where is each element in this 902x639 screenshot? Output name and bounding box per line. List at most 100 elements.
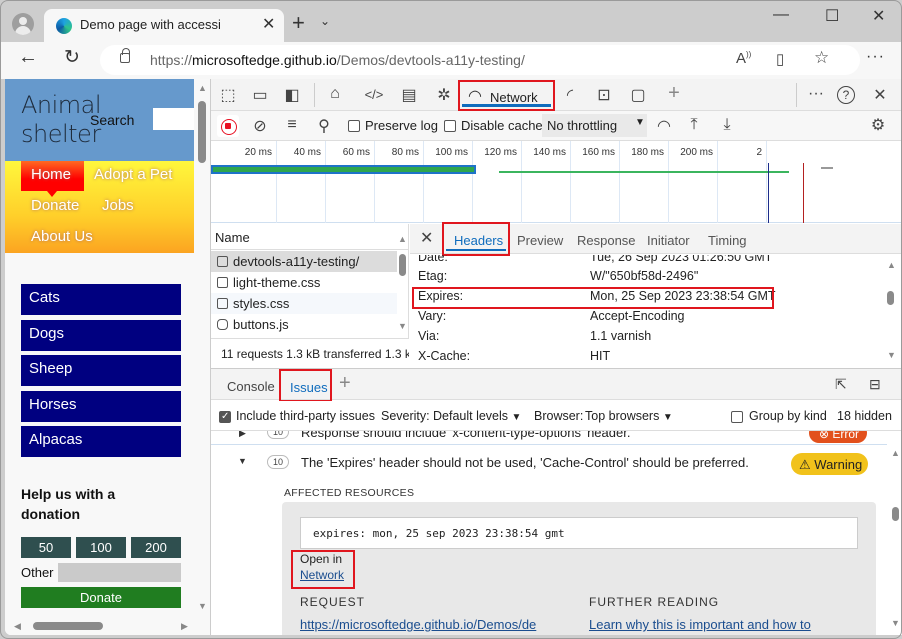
scroll-left-icon[interactable]: ◀ — [14, 621, 21, 632]
nav-adopt-a-pet[interactable]: Adopt a Pet — [94, 166, 172, 183]
dock-side-icon[interactable]: ◧ — [281, 85, 303, 105]
tab-response[interactable]: Response — [577, 233, 636, 248]
browser-select[interactable]: Top browsers ▼ — [585, 409, 673, 423]
tab-timing[interactable]: Timing — [708, 233, 747, 248]
scroll-up-icon[interactable]: ▲ — [398, 234, 407, 244]
animal-link-alpacas[interactable]: Alpacas — [21, 426, 181, 457]
maximize-button[interactable]: ☐ — [825, 6, 839, 26]
read-aloud-icon[interactable]: A)) — [736, 50, 751, 67]
throttling-select[interactable]: No throttling — [542, 114, 647, 137]
name-column-header[interactable]: Name — [211, 224, 409, 250]
page-horizontal-scroll-thumb[interactable] — [33, 622, 103, 630]
tab-headers[interactable]: Headers — [442, 222, 510, 256]
more-tools-plus-icon[interactable]: + — [663, 82, 685, 105]
donate-amount-100[interactable]: 100 — [76, 537, 126, 558]
help-icon[interactable]: ? — [837, 86, 855, 104]
issue-row-expires-header[interactable]: ▼ 10 The 'Expires' header should not be … — [211, 446, 887, 476]
tab-close-icon[interactable]: ✕ — [262, 14, 275, 34]
application-icon[interactable]: ▢ — [627, 85, 649, 105]
close-details-icon[interactable]: ✕ — [420, 228, 433, 248]
close-devtools-icon[interactable]: ✕ — [869, 85, 891, 105]
minimize-button[interactable]: — — [773, 6, 789, 24]
elements-icon[interactable]: </> — [363, 87, 385, 102]
further-reading-link[interactable]: Learn why this is important and how to — [589, 617, 811, 632]
scroll-down-icon[interactable]: ▼ — [887, 350, 896, 360]
open-in-network-link[interactable]: Network — [300, 568, 344, 582]
issue-row-x-content-type-options[interactable]: ▶ 10 Response should include 'x-content-… — [211, 431, 887, 445]
request-row[interactable]: buttons.js — [211, 314, 397, 335]
scroll-up-icon[interactable]: ▲ — [198, 83, 207, 93]
filter-icon[interactable]: ≡ — [281, 116, 303, 134]
browser-tab[interactable]: Demo page with accessibility issues ✕ — [44, 9, 284, 42]
other-amount-input[interactable] — [58, 563, 181, 582]
console-icon[interactable]: ▤ — [398, 85, 420, 105]
page-horizontal-scrollbar[interactable]: ◀ ▶ — [5, 617, 210, 635]
url-text[interactable]: https://microsoftedge.github.io/Demos/de… — [150, 52, 525, 68]
tab-preview[interactable]: Preview — [517, 233, 563, 248]
scroll-down-icon[interactable]: ▼ — [198, 601, 207, 611]
device-emulation-icon[interactable]: ▭ — [249, 85, 271, 105]
add-drawer-tab-icon[interactable]: + — [339, 372, 351, 395]
request-row[interactable]: styles.css — [211, 293, 397, 314]
page-vertical-scroll-thumb[interactable] — [198, 101, 206, 163]
group-by-kind-checkbox[interactable] — [731, 411, 743, 423]
network-overview-timeline[interactable]: 20 ms 40 ms 60 ms 80 ms 100 ms 120 ms 140 ms 16… — [211, 141, 902, 223]
new-tab-button[interactable]: + — [292, 12, 305, 34]
donate-amount-200[interactable]: 200 — [131, 537, 181, 558]
network-settings-gear-icon[interactable]: ⚙ — [867, 115, 889, 135]
collapse-triangle-icon[interactable]: ▼ — [238, 456, 247, 466]
disable-cache-checkbox[interactable] — [444, 120, 456, 132]
issues-scroll-thumb[interactable] — [892, 507, 899, 521]
record-stop-icon[interactable] — [217, 115, 239, 137]
scroll-down-icon[interactable]: ▼ — [891, 618, 900, 628]
welcome-home-icon[interactable]: ⌂ — [324, 85, 346, 103]
tab-issues[interactable]: Issues — [279, 369, 332, 402]
clear-icon[interactable]: ⊘ — [249, 116, 271, 136]
tab-actions-chevron-icon[interactable]: ⌄ — [320, 14, 330, 28]
preserve-log-checkbox[interactable] — [348, 120, 360, 132]
donate-amount-50[interactable]: 50 — [21, 537, 71, 558]
customize-menu-icon[interactable]: ··· — [805, 85, 827, 103]
headers-scroll-thumb[interactable] — [887, 291, 894, 305]
export-har-icon[interactable]: ⤓ — [716, 116, 738, 134]
scroll-up-icon[interactable]: ▲ — [891, 448, 900, 458]
search-input[interactable] — [153, 108, 194, 130]
donate-button[interactable]: Donate — [21, 587, 181, 608]
animal-link-cats[interactable]: Cats — [21, 284, 181, 315]
page-vertical-scrollbar[interactable]: ▲ ▼ — [194, 79, 210, 617]
reload-button[interactable]: ↻ — [64, 46, 80, 69]
nav-jobs[interactable]: Jobs — [102, 197, 134, 214]
sources-bug-icon[interactable]: ✲ — [433, 85, 455, 105]
tab-initiator[interactable]: Initiator — [647, 233, 690, 248]
memory-chip-icon[interactable]: ⊡ — [593, 85, 615, 105]
network-conditions-icon[interactable]: ◠ — [653, 116, 675, 136]
scroll-up-icon[interactable]: ▲ — [887, 260, 896, 270]
requests-scroll-thumb[interactable] — [399, 254, 406, 276]
animal-link-dogs[interactable]: Dogs — [21, 320, 181, 351]
favorite-star-icon[interactable]: ☆ — [814, 48, 829, 68]
immersive-reader-icon[interactable]: ▯ — [776, 50, 784, 68]
nav-donate[interactable]: Donate — [31, 197, 79, 214]
inspect-element-icon[interactable]: ⬚ — [217, 85, 239, 105]
performance-gauge-icon[interactable]: ◜ — [559, 85, 581, 105]
search-icon[interactable]: ⚲ — [313, 116, 335, 136]
issues-vertical-scrollbar[interactable]: ▲ ▼ — [888, 431, 902, 635]
animal-link-horses[interactable]: Horses — [21, 391, 181, 422]
request-url-link[interactable]: https://microsoftedge.github.io/Demos/de — [300, 617, 536, 632]
request-row[interactable]: light-theme.css — [211, 272, 397, 293]
severity-select[interactable]: Default levels ▼ — [433, 409, 521, 423]
request-row[interactable]: devtools-a11y-testing/ — [211, 251, 397, 272]
import-har-icon[interactable]: ⤒ — [683, 116, 705, 134]
nav-about-us[interactable]: About Us — [31, 228, 93, 245]
lock-icon[interactable] — [120, 48, 130, 63]
browser-menu-icon[interactable]: ··· — [866, 48, 885, 66]
close-window-button[interactable]: ✕ — [872, 6, 885, 26]
back-button[interactable]: ← — [18, 46, 38, 69]
move-to-top-icon[interactable]: ⇱ — [835, 376, 847, 393]
scroll-down-icon[interactable]: ▼ — [398, 321, 407, 331]
tab-network[interactable]: ◠ Network — [458, 80, 555, 111]
expand-triangle-icon[interactable]: ▶ — [239, 431, 246, 439]
animal-link-sheep[interactable]: Sheep — [21, 355, 181, 386]
address-bar[interactable]: https://microsoftedge.github.io/Demos/de… — [100, 45, 860, 75]
nav-home[interactable]: Home — [31, 166, 71, 183]
